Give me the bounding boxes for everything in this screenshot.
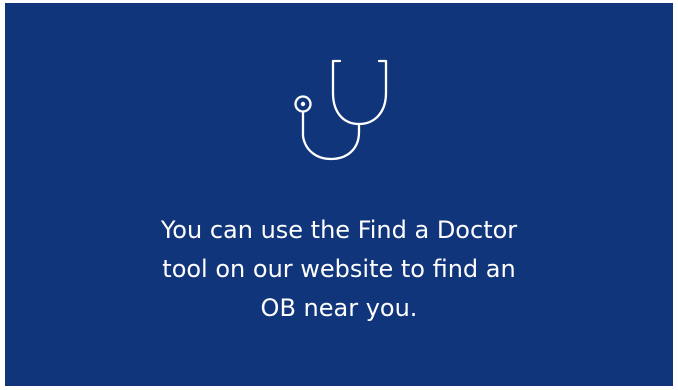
- info-message: You can use the Find a Doctor tool on ou…: [0, 211, 678, 328]
- stethoscope-icon: [294, 59, 388, 161]
- message-line-1: You can use the Find a Doctor: [160, 216, 518, 244]
- message-line-3: OB near you.: [260, 294, 418, 322]
- message-line-2: tool on our website to find an: [162, 255, 516, 283]
